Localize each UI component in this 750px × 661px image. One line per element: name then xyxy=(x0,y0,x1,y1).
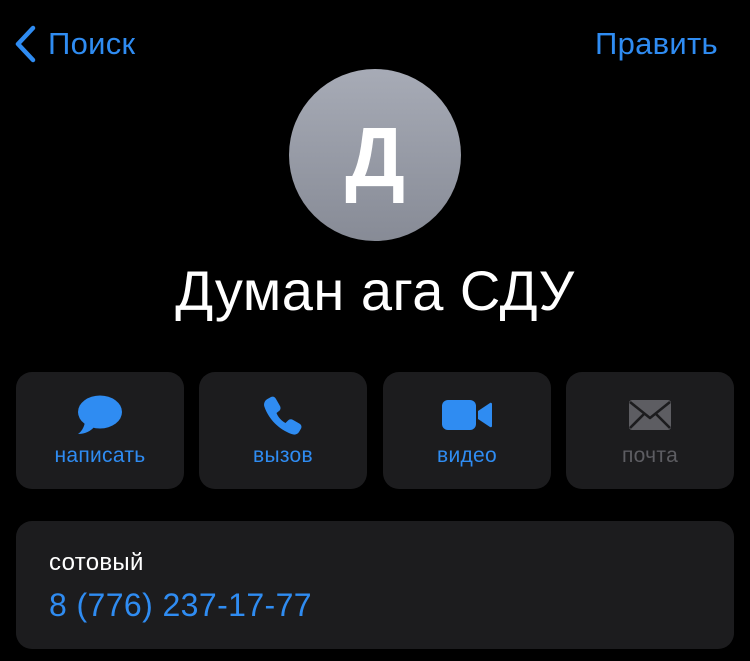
call-button[interactable]: вызов xyxy=(199,372,367,489)
message-button[interactable]: написать xyxy=(16,372,184,489)
chevron-left-icon xyxy=(14,25,36,63)
mail-button[interactable]: почта xyxy=(566,372,734,489)
phone-icon xyxy=(199,394,367,436)
video-button-label: видео xyxy=(437,444,497,467)
video-button[interactable]: видео xyxy=(383,372,551,489)
quick-actions: написать вызов видео почта xyxy=(16,372,734,489)
mail-button-label: почта xyxy=(621,444,679,467)
edit-button[interactable]: Править xyxy=(595,22,718,66)
back-button[interactable]: Поиск xyxy=(14,22,135,66)
back-button-label: Поиск xyxy=(48,26,136,61)
message-button-label: написать xyxy=(54,444,146,467)
message-bubble-icon xyxy=(16,394,184,436)
call-button-label: вызов xyxy=(253,444,313,467)
phone-card: сотовый 8 (776) 237-17-77 xyxy=(16,521,734,649)
video-camera-icon xyxy=(383,394,551,436)
avatar: Д xyxy=(289,69,461,241)
contact-name: Думан ага СДУ xyxy=(175,259,575,322)
phone-number-link[interactable]: 8 (776) 237-17-77 xyxy=(49,587,312,624)
envelope-icon xyxy=(566,394,734,436)
avatar-initial: Д xyxy=(345,110,405,204)
phone-type-label: сотовый xyxy=(49,549,144,576)
